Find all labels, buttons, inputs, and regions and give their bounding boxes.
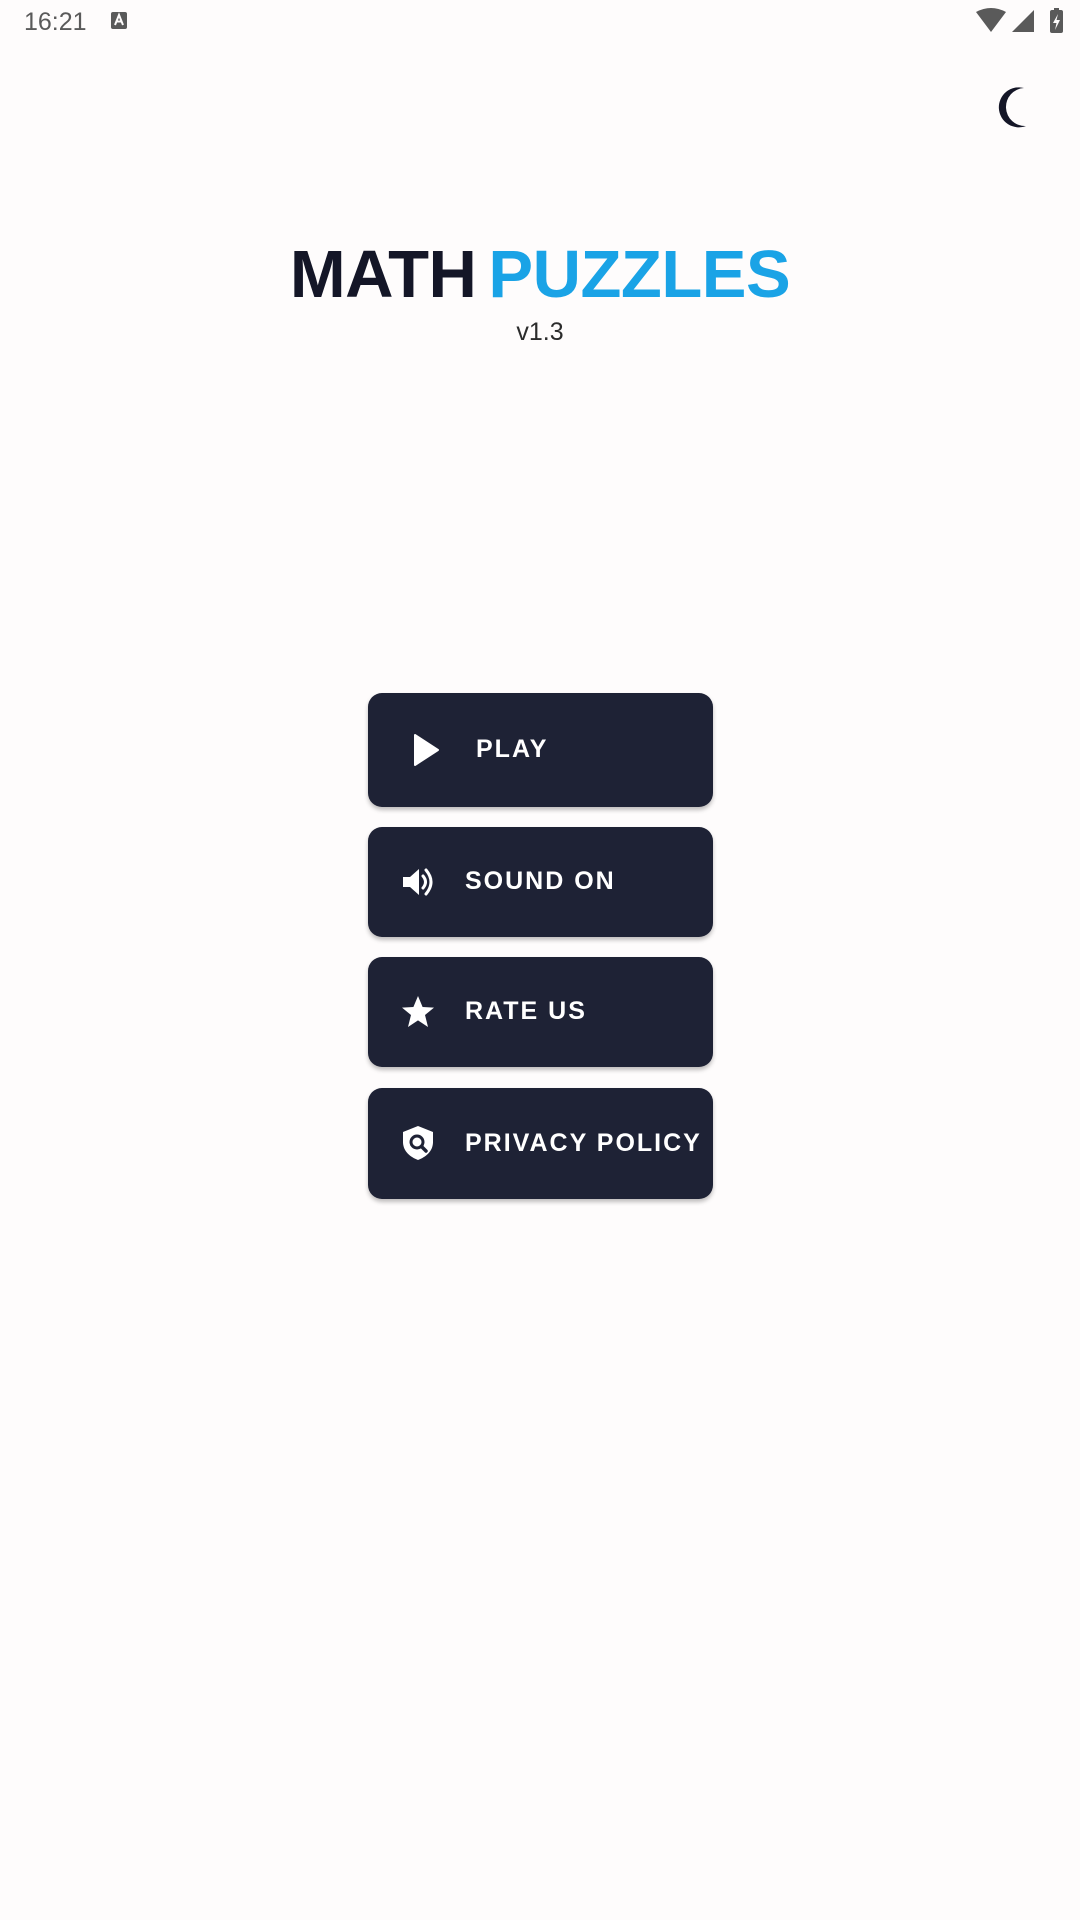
rate-us-button[interactable]: RATE US xyxy=(368,957,713,1067)
play-label: PLAY xyxy=(476,735,549,763)
play-icon xyxy=(414,734,439,766)
theme-toggle-button[interactable] xyxy=(996,84,1036,132)
volume-icon xyxy=(403,868,433,896)
battery-charging-icon xyxy=(1050,8,1063,33)
wifi-icon xyxy=(976,8,1006,32)
title-part-math: MATH xyxy=(289,237,477,312)
moon-icon xyxy=(998,87,1026,128)
cell-signal-icon xyxy=(1012,10,1034,32)
status-icons xyxy=(976,8,1063,33)
privacy-policy-button[interactable]: PRIVACY POLICY xyxy=(368,1088,713,1199)
status-bar: 16:21 xyxy=(0,0,1080,44)
rate-us-label: RATE US xyxy=(465,997,587,1025)
notification-a-icon xyxy=(111,12,127,29)
shield-search-icon xyxy=(403,1126,433,1160)
privacy-policy-label: PRIVACY POLICY xyxy=(465,1129,702,1157)
star-icon xyxy=(402,996,434,1027)
version-label: v1.3 xyxy=(516,318,564,346)
app-title: MATH PUZZLES xyxy=(0,238,1080,312)
sound-label: SOUND ON xyxy=(465,867,616,895)
status-time: 16:21 xyxy=(24,8,87,36)
sound-toggle-button[interactable]: SOUND ON xyxy=(368,827,713,937)
play-button[interactable]: PLAY xyxy=(368,693,713,807)
title-part-puzzles: PUZZLES xyxy=(488,237,791,312)
